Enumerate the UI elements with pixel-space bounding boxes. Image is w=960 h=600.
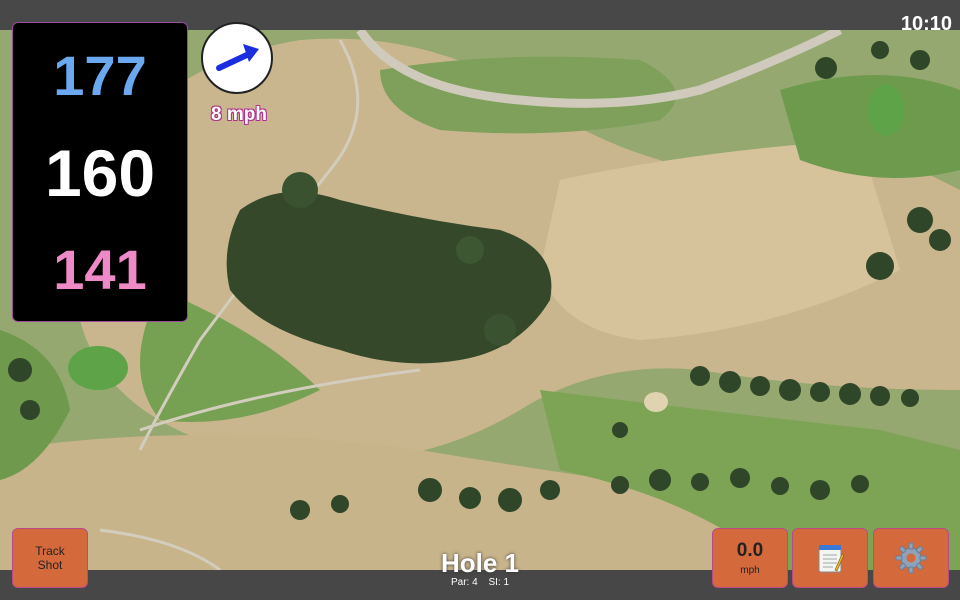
speed-unit: mph [740, 564, 760, 576]
distance-middle: 160 [44, 136, 156, 210]
gear-icon [895, 542, 927, 574]
track-shot-button[interactable]: Track Shot [12, 528, 88, 588]
wind-speed-label: 8 mph [211, 104, 267, 125]
distance-front: 141 [53, 238, 147, 301]
hole-title: Hole 1 [440, 548, 520, 578]
hole-meta: Par: 4 SI: 1 [380, 577, 580, 589]
track-shot-label: Track Shot [35, 544, 65, 572]
hole-par: Par: 4 [450, 577, 478, 588]
distance-panel: 177 160 141 [12, 22, 188, 322]
notepad-icon [818, 545, 845, 573]
wind-direction-arrow-icon [216, 44, 259, 71]
status-time: 10:10 [900, 13, 952, 35]
settings-button[interactable] [873, 528, 949, 588]
notes-button[interactable] [792, 528, 868, 588]
hole-stroke-index: SI: 1 [488, 577, 510, 588]
speed-value: 0.0 [736, 539, 764, 561]
speed-button[interactable]: 0.0 mph [712, 528, 788, 588]
distance-back: 177 [53, 44, 147, 107]
wind-indicator [201, 22, 273, 94]
